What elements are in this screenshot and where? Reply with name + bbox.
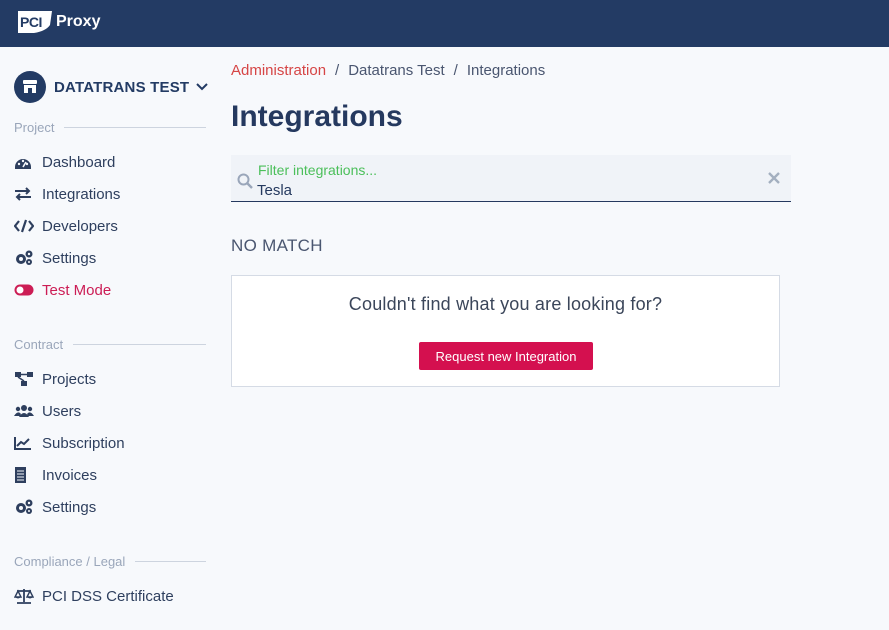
top-bar: PCI Proxy [0, 0, 889, 47]
clear-icon[interactable] [767, 171, 781, 185]
breadcrumb-datatrans-test: Datatrans Test [348, 62, 445, 79]
dashboard-icon [14, 154, 34, 170]
sidebar: DATATRANS TEST Project Dashboard Integra… [0, 47, 222, 630]
account-name: DATATRANS TEST [54, 78, 190, 96]
store-icon [14, 71, 46, 103]
account-switcher[interactable]: DATATRANS TEST [14, 71, 210, 103]
section-label: Contract [14, 337, 64, 352]
invoice-icon [14, 467, 34, 483]
sidebar-item-developers[interactable]: Developers [14, 215, 118, 237]
balance-scale-icon [14, 588, 34, 604]
toggle-icon [14, 282, 34, 298]
sidebar-item-label: Dashboard [42, 153, 116, 171]
request-integration-button[interactable]: Request new Integration [419, 342, 593, 370]
filter-field[interactable]: Filter integrations... [231, 155, 791, 202]
sidebar-item-label: Invoices [42, 466, 98, 484]
section-header-compliance: Compliance / Legal [14, 554, 206, 569]
divider [64, 127, 206, 128]
sidebar-item-label: Settings [42, 498, 97, 516]
no-results-message: Couldn't find what you are looking for? [348, 294, 663, 314]
sidebar-item-subscription[interactable]: Subscription [14, 432, 125, 454]
section-label: Project [14, 120, 55, 135]
pci-proxy-logo[interactable]: PCI Proxy [16, 9, 100, 35]
sidebar-item-label: PCI DSS Certificate [42, 587, 174, 605]
filter-input[interactable] [257, 181, 757, 199]
breadcrumb-separator: / [453, 62, 458, 79]
gears-icon [14, 499, 34, 515]
divider [135, 561, 206, 562]
no-results-card: Couldn't find what you are looking for? … [231, 275, 780, 387]
sidebar-item-label: Users [42, 402, 82, 420]
sidebar-item-label: Settings [42, 249, 97, 267]
logo-text: Proxy [56, 13, 101, 30]
filter-label: Filter integrations... [258, 162, 378, 178]
sidebar-item-label: Developers [42, 217, 118, 235]
search-icon [237, 173, 253, 189]
sidebar-item-label: Test Mode [42, 281, 112, 299]
divider [73, 344, 206, 345]
sidebar-item-users[interactable]: Users [14, 400, 81, 422]
no-match-status: NO MATCH [231, 236, 323, 255]
logo-badge-text: PCI [20, 14, 42, 30]
sidebar-item-contract-settings[interactable]: Settings [14, 496, 96, 518]
sidebar-item-invoices[interactable]: Invoices [14, 464, 97, 486]
users-icon [14, 403, 34, 419]
sidebar-item-label: Projects [42, 370, 97, 388]
logo-badge: PCI [16, 9, 54, 35]
arrows-exchange-icon [14, 186, 34, 202]
section-label: Compliance / Legal [14, 554, 126, 569]
page-title: Integrations [231, 100, 403, 133]
sidebar-item-test-mode[interactable]: Test Mode [14, 279, 111, 301]
sitemap-icon [14, 371, 34, 387]
sidebar-item-pci-dss-certificate[interactable]: PCI DSS Certificate [14, 585, 174, 607]
breadcrumb-administration[interactable]: Administration [231, 62, 326, 79]
breadcrumb-integrations: Integrations [466, 62, 546, 79]
section-header-contract: Contract [14, 337, 206, 352]
breadcrumb: Administration / Datatrans Test / Integr… [231, 62, 545, 79]
code-icon [14, 218, 34, 234]
sidebar-item-settings[interactable]: Settings [14, 247, 96, 269]
breadcrumb-separator: / [335, 62, 340, 79]
sidebar-item-integrations[interactable]: Integrations [14, 183, 120, 205]
line-chart-icon [14, 435, 34, 451]
sidebar-item-dashboard[interactable]: Dashboard [14, 151, 115, 173]
sidebar-item-projects[interactable]: Projects [14, 368, 96, 390]
section-header-project: Project [14, 120, 206, 135]
sidebar-item-label: Subscription [42, 434, 125, 452]
gears-icon [14, 250, 34, 266]
sidebar-item-label: Integrations [42, 185, 121, 203]
chevron-down-icon [196, 83, 208, 91]
